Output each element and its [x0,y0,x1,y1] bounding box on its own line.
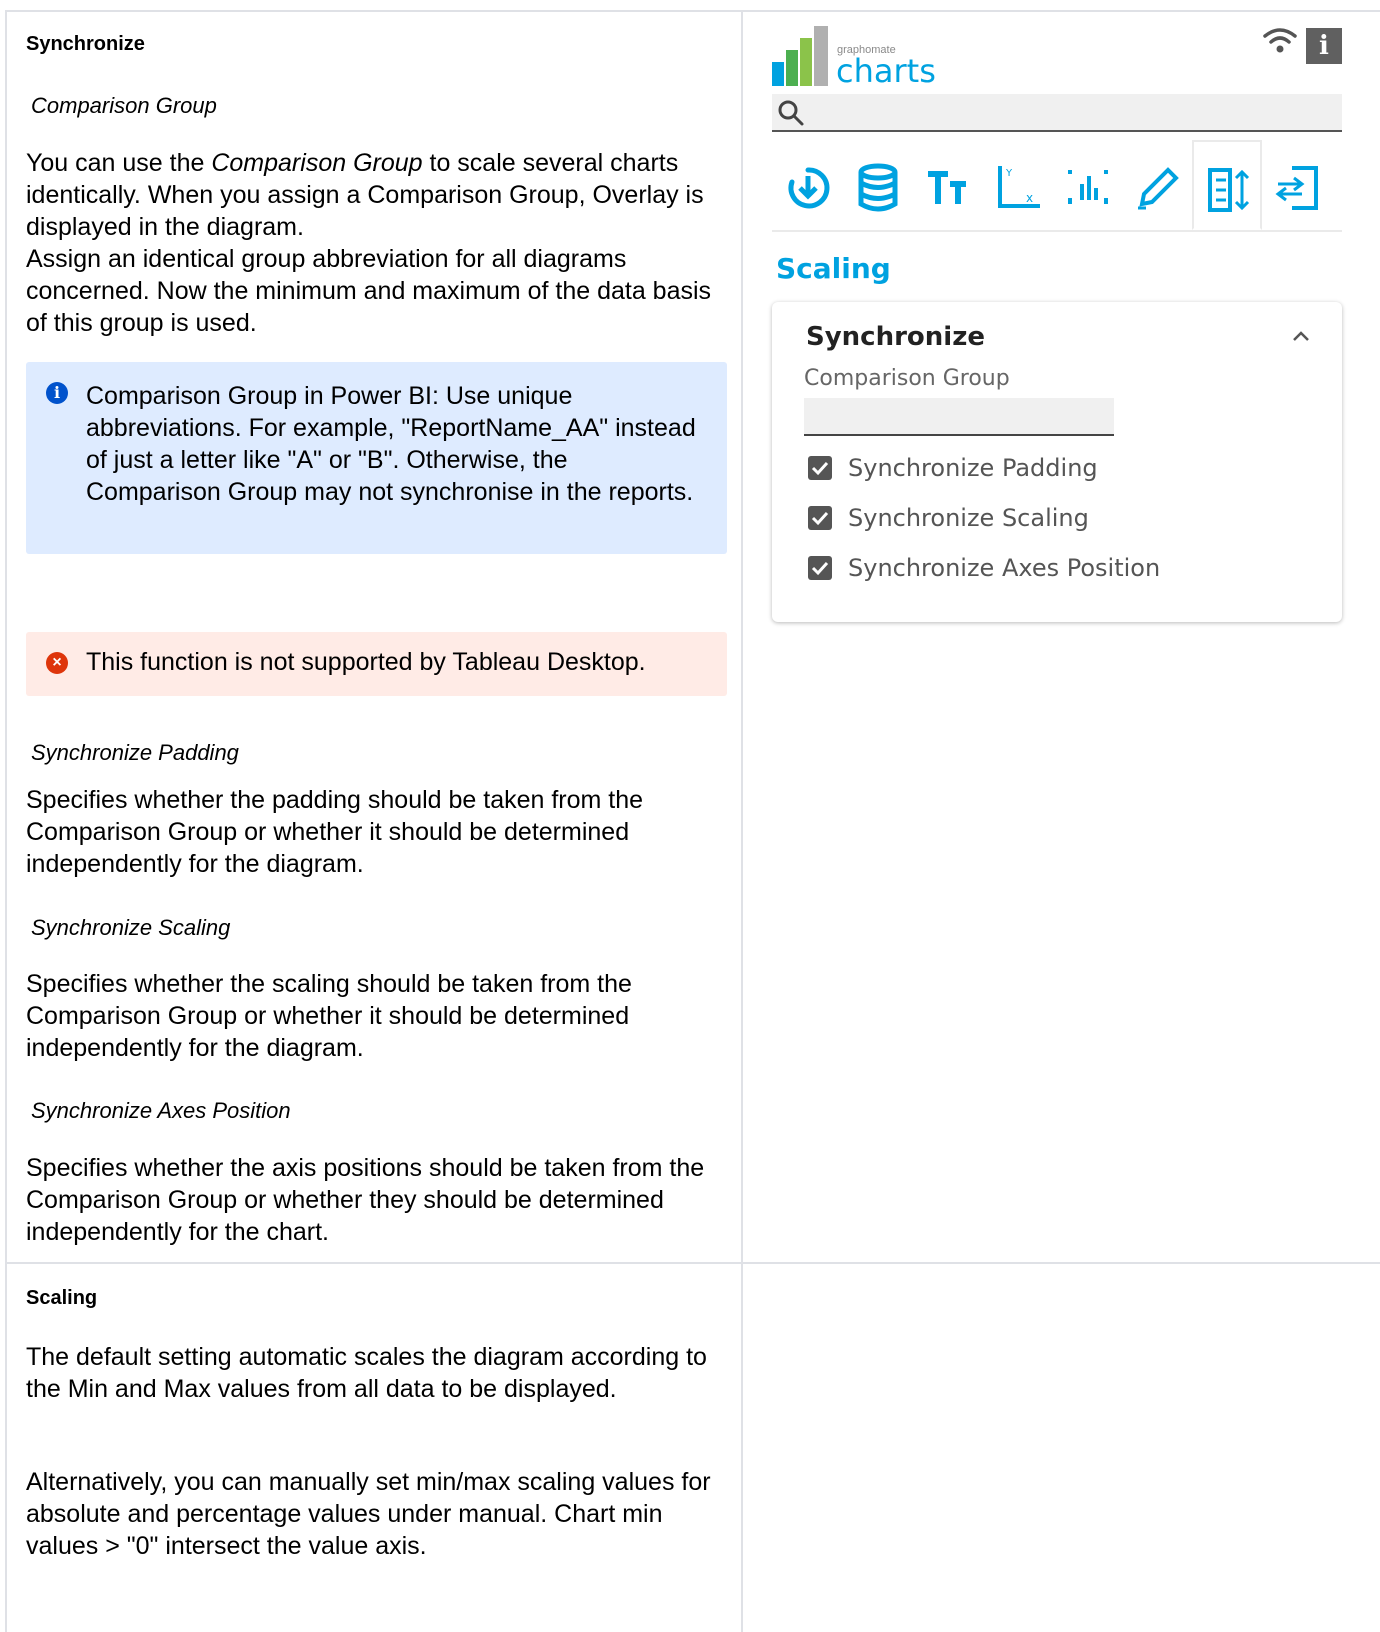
database-icon [858,163,898,212]
comparison-group-text: You can use the Comparison Group to scal… [26,149,712,337]
scaling-text-2: Alternatively, you can manually set min/… [26,1468,711,1560]
checkbox-checked-icon[interactable] [808,456,832,480]
tab-bar: Y x [772,140,1342,232]
pen-icon [1138,167,1179,210]
error-icon: × [46,652,68,674]
properties-panel: graphomate charts i Y x Scaling Synchron… [772,20,1342,640]
chevron-up-icon[interactable] [1292,330,1310,342]
synchronize-card: Synchronize Comparison Group Synchronize… [772,302,1342,622]
synchronize-heading: Synchronize [26,33,145,55]
error-panel: × This function is not supported by Tabl… [26,632,727,696]
graphomate-logo: graphomate charts [772,26,942,90]
scaling-heading: Scaling [26,1287,98,1309]
sync-scaling-text: Specifies whether the scaling should be … [26,970,632,1062]
info-panel: i Comparison Group in Power BI: Use uniq… [26,362,727,554]
download-icon [788,167,830,209]
sync-scaling-title: Synchronize Scaling [31,915,231,940]
panel-section-title: Scaling [776,252,891,285]
column-divider [741,10,743,1632]
card-title: Synchronize [806,322,985,352]
tab-layout[interactable] [1052,140,1122,230]
search-icon [778,100,804,126]
checkbox-checked-icon[interactable] [808,506,832,530]
svg-text:x: x [1026,191,1033,205]
wifi-icon[interactable] [1262,26,1298,56]
row-divider [5,1262,1380,1264]
sync-padding-text: Specifies whether the padding should be … [26,786,644,878]
sync-axes-title: Synchronize Axes Position [31,1098,291,1123]
tab-export[interactable] [1262,140,1332,230]
tab-download[interactable] [772,140,842,230]
comparison-group-title: Comparison Group [31,93,217,118]
export-icon [1275,166,1318,210]
axis-icon: Y x [998,166,1040,208]
checkbox-checked-icon[interactable] [808,556,832,580]
text-size-icon [928,171,966,204]
scaling-text-1: The default setting automatic scales the… [26,1343,707,1403]
bars-icon [1068,170,1108,204]
error-text: This function is not supported by Tablea… [86,648,646,676]
comparison-group-field[interactable] [804,398,1114,436]
tab-data[interactable] [842,140,912,230]
comparison-group-label: Comparison Group [804,366,1010,391]
sync-padding-title: Synchronize Padding [31,740,239,765]
tab-text[interactable] [912,140,982,230]
tab-scaling[interactable] [1192,140,1262,230]
info-text: Comparison Group in Power BI: Use unique… [86,382,696,506]
tab-axis[interactable]: Y x [982,140,1052,230]
info-icon: i [46,382,68,404]
info-button[interactable]: i [1306,28,1342,64]
svg-text:Y: Y [1005,168,1013,179]
search-input[interactable] [772,94,1342,132]
sync-axes-text: Specifies whether the axis positions sho… [26,1154,705,1246]
tab-style[interactable] [1122,140,1192,230]
scaling-icon [1208,168,1250,212]
